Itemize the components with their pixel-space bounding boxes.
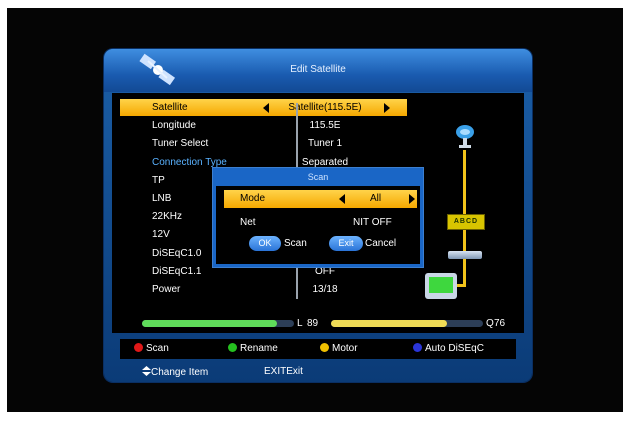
right-arrow-icon[interactable] xyxy=(384,103,390,113)
blue-dot-icon xyxy=(413,343,422,352)
row-label: Satellite xyxy=(152,102,188,113)
quality-value: 76 xyxy=(494,318,506,329)
row-label: 12V xyxy=(152,229,170,241)
quality-label: Q xyxy=(486,318,494,329)
diseqc-switch-icon: ABCD xyxy=(447,214,485,230)
settings-row-power[interactable]: Power 13/18 xyxy=(120,281,407,298)
level-value: 89 xyxy=(307,318,319,329)
dialog-title: Scan xyxy=(307,172,329,182)
row-label: Longitude xyxy=(152,120,196,132)
color-key-bar: Scan Rename Motor Auto DiSEqC xyxy=(120,339,516,359)
diagram-line xyxy=(463,259,466,285)
row-label: DiSEqC1.1 xyxy=(152,265,202,277)
row-value: Separated xyxy=(301,156,349,168)
row-value: Tuner 1 xyxy=(307,138,343,150)
red-key-scan[interactable]: Scan xyxy=(134,343,169,354)
title-bar: Edit Satellite xyxy=(104,49,532,92)
row-label: Connection Type xyxy=(152,156,227,168)
diagram-line xyxy=(457,284,466,287)
quality-bar-fill xyxy=(331,320,447,327)
mode-value: All xyxy=(369,193,382,204)
exit-action-label: Cancel xyxy=(365,238,397,249)
quality-bar xyxy=(331,320,483,327)
ok-action-label: Scan xyxy=(284,238,307,249)
level-label: L xyxy=(297,318,303,329)
row-label: TP xyxy=(152,174,165,186)
mode-selector[interactable]: Mode All xyxy=(224,190,417,208)
right-arrow-icon[interactable] xyxy=(409,194,415,204)
row-label: Tuner Select xyxy=(152,138,209,150)
help-bar: Change Item EXITExit xyxy=(120,361,516,378)
level-bar xyxy=(142,320,294,327)
mode-label: Mode xyxy=(240,193,266,204)
satellite-dish-icon xyxy=(456,125,474,148)
green-dot-icon xyxy=(228,343,237,352)
left-arrow-icon[interactable] xyxy=(339,194,345,204)
row-label: LNB xyxy=(152,193,172,204)
window-title: Edit Satellite xyxy=(290,64,346,75)
settings-row-longitude[interactable]: Longitude 115.5E xyxy=(120,117,407,134)
diagram-line xyxy=(463,150,466,214)
up-down-arrow-icon xyxy=(142,366,151,376)
settings-row-satellite[interactable]: Satellite Satellite(115.5E) xyxy=(120,99,407,116)
blue-key-auto-diseqc[interactable]: Auto DiSEqC xyxy=(413,343,484,354)
receiver-icon xyxy=(448,251,482,259)
left-arrow-icon[interactable] xyxy=(263,103,269,113)
ok-button[interactable]: OK xyxy=(249,236,281,251)
row-value: Satellite(115.5E) xyxy=(288,102,362,113)
settings-row-tuner-select[interactable]: Tuner Select Tuner 1 xyxy=(120,135,407,152)
diagram-line xyxy=(463,229,466,251)
yellow-key-motor[interactable]: Motor xyxy=(320,343,358,354)
scan-dialog: Scan Mode All Net NIT OFF OK Scan Exit C… xyxy=(212,167,424,268)
green-key-rename[interactable]: Rename xyxy=(228,343,278,354)
net-value: NIT OFF xyxy=(353,217,392,228)
row-value: 13/18 xyxy=(312,284,338,295)
net-label: Net xyxy=(240,217,256,228)
exit-hint: EXITExit xyxy=(264,366,303,377)
level-bar-fill xyxy=(142,320,278,327)
tv-icon xyxy=(425,273,457,299)
row-label: DiSEqC1.0 xyxy=(152,247,202,259)
row-label: 22KHz xyxy=(152,211,183,223)
dialog-body: Mode All Net NIT OFF OK Scan Exit Cancel xyxy=(216,186,420,264)
change-item-hint: Change Item xyxy=(142,366,208,378)
red-dot-icon xyxy=(134,343,143,352)
row-value: 115.5E xyxy=(309,120,341,132)
row-label: Power xyxy=(152,284,181,295)
yellow-dot-icon xyxy=(320,343,329,352)
exit-button[interactable]: Exit xyxy=(329,236,363,251)
